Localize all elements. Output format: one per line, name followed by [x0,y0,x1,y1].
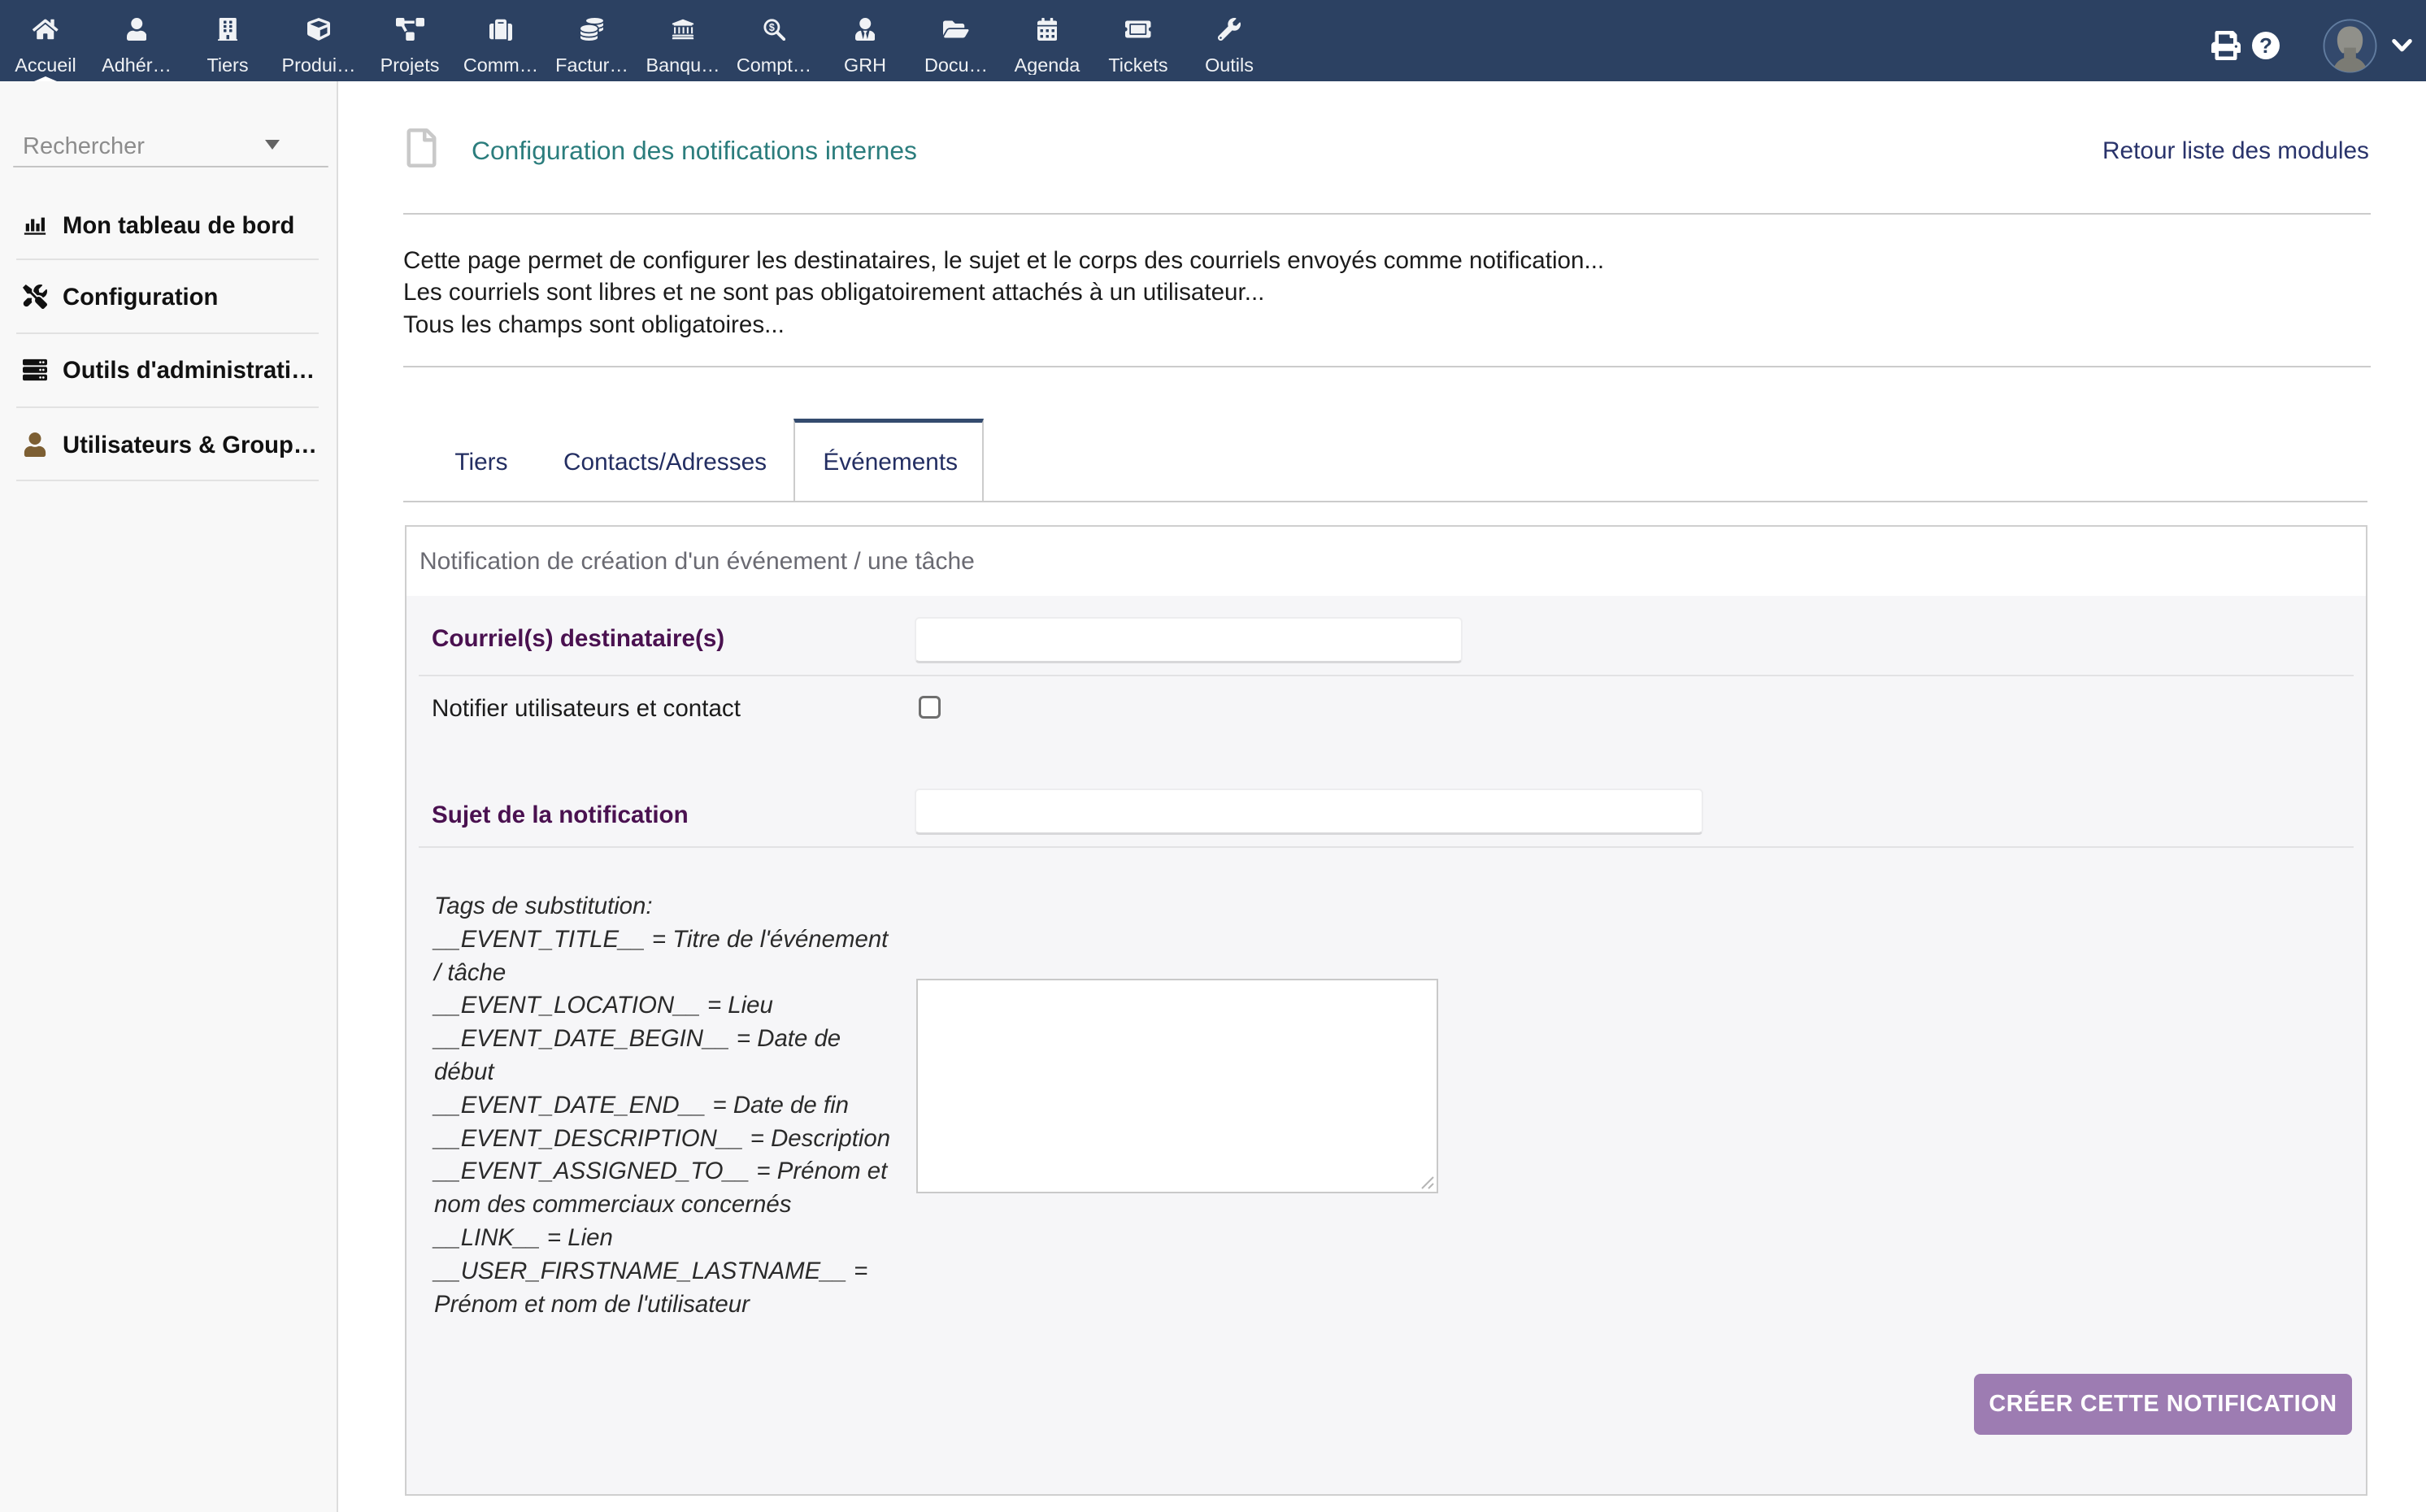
svg-text:$: $ [769,22,775,33]
